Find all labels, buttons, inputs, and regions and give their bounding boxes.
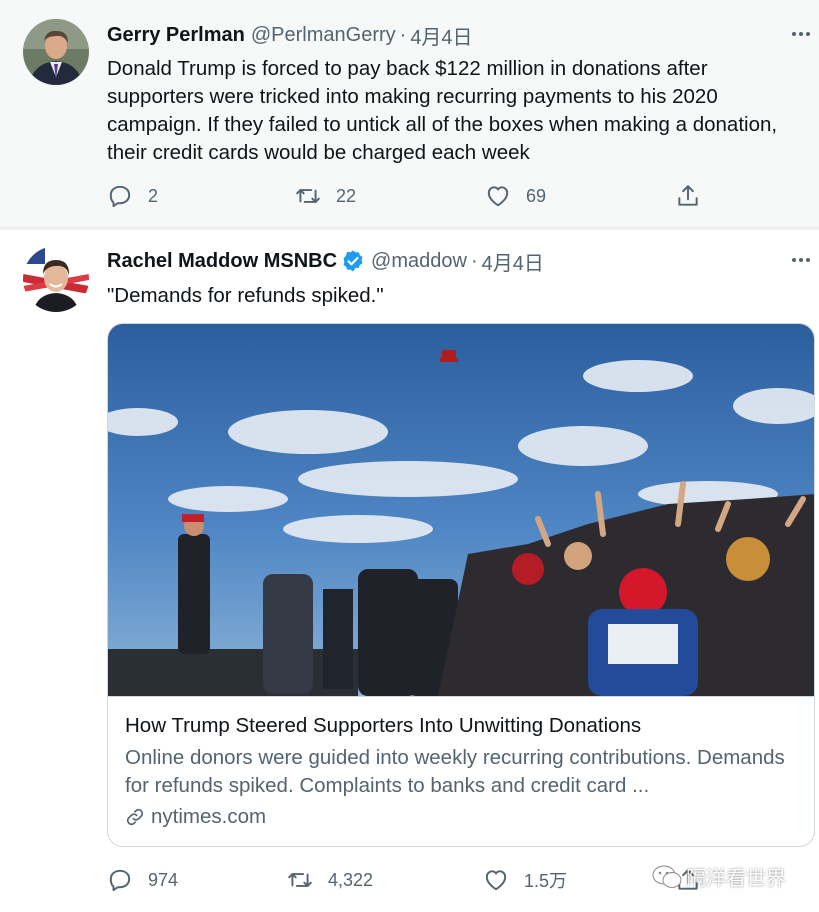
retweet-count: 4,322	[328, 869, 374, 890]
like-button[interactable]: 1.5万	[483, 865, 567, 895]
like-count: 69	[526, 185, 547, 206]
share-button[interactable]	[675, 181, 701, 211]
link-card[interactable]: How Trump Steered Supporters Into Unwitt…	[107, 323, 815, 847]
tweet-text: Donald Trump is forced to pay back $122 …	[107, 57, 778, 164]
heart-icon	[485, 183, 511, 209]
share-icon	[675, 183, 701, 209]
timestamp[interactable]: 4月4日	[482, 247, 544, 276]
reply-count: 974	[148, 869, 179, 890]
card-title[interactable]: How Trump Steered Supporters Into Unwitt…	[125, 714, 641, 738]
separator-dot: ·	[470, 249, 478, 272]
card-source[interactable]: nytimes.com	[125, 805, 266, 829]
tweet-header: Rachel Maddow MSNBC @maddow · 4月4日	[107, 246, 544, 276]
link-icon	[125, 807, 145, 827]
reply-button[interactable]: 974	[107, 865, 178, 895]
verified-badge-icon	[341, 249, 365, 273]
watermark-text: 隔洋看世界	[686, 868, 786, 890]
retweet-icon	[295, 183, 321, 209]
heart-icon	[483, 867, 509, 893]
like-button[interactable]: 69	[485, 181, 546, 211]
tweet-rachel-maddow[interactable]: Rachel Maddow MSNBC @maddow · 4月4日 "Dema…	[0, 230, 819, 912]
avatar[interactable]	[23, 246, 89, 312]
watermark: 隔洋看世界	[652, 862, 786, 891]
card-description: Online donors were guided into weekly re…	[125, 746, 785, 797]
separator-dot: ·	[399, 23, 407, 46]
retweet-icon	[287, 867, 313, 893]
retweet-button[interactable]: 22	[295, 181, 356, 211]
timestamp[interactable]: 4月4日	[410, 21, 472, 50]
reply-icon	[107, 867, 133, 893]
reply-icon	[107, 183, 133, 209]
avatar[interactable]	[23, 19, 89, 85]
display-name[interactable]: Rachel Maddow MSNBC	[107, 250, 337, 273]
wechat-icon	[652, 864, 682, 890]
handle[interactable]: @maddow	[371, 250, 467, 273]
reply-button[interactable]: 2	[107, 181, 158, 211]
retweet-button[interactable]: 4,322	[287, 865, 373, 895]
tweet-gerry-perlman[interactable]: Gerry Perlman @PerlmanGerry · 4月4日 Donal…	[0, 0, 819, 226]
tweet-header: Gerry Perlman @PerlmanGerry · 4月4日	[107, 20, 473, 50]
tweet-actions: 2 22 69	[107, 181, 707, 211]
card-source-domain[interactable]: nytimes.com	[151, 805, 266, 829]
display-name[interactable]: Gerry Perlman	[107, 24, 245, 47]
like-count: 1.5万	[524, 871, 568, 891]
reply-count: 2	[148, 185, 159, 206]
card-divider	[108, 696, 814, 697]
more-horizontal-icon[interactable]	[789, 22, 813, 46]
retweet-count: 22	[336, 185, 357, 206]
tweet-actions: 974 4,322 1.5万	[107, 865, 707, 895]
tweet-text: "Demands for refunds spiked."	[107, 284, 384, 307]
card-image[interactable]	[108, 324, 814, 696]
handle[interactable]: @PerlmanGerry	[251, 24, 396, 47]
more-horizontal-icon[interactable]	[789, 248, 813, 272]
